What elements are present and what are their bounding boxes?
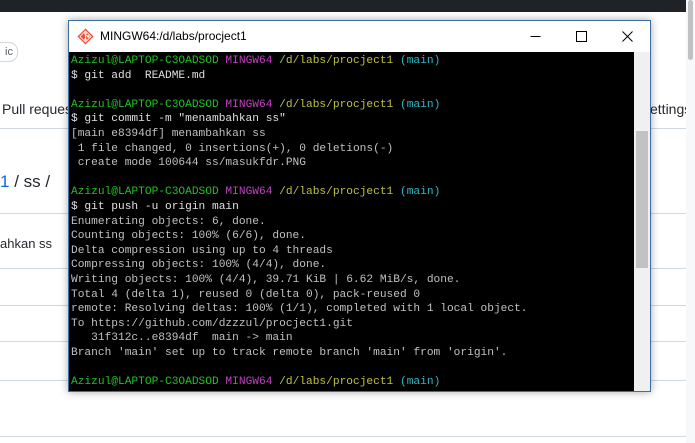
page-scrollbar[interactable] (686, 0, 695, 443)
minimize-icon (530, 36, 540, 37)
prompt-branch: (main) (400, 376, 441, 389)
close-button[interactable] (604, 21, 650, 52)
background-chip: ic (0, 42, 18, 62)
command-line: $ git commit -m "menambahkan ss" (71, 113, 286, 126)
output-line: remote: Resolving deltas: 100% (1/1), co… (71, 303, 528, 316)
output-line: Delta compression using up to 4 threads (71, 244, 333, 257)
output-line: Compressing objects: 100% (4/4), done. (71, 259, 327, 272)
window-titlebar[interactable]: MINGW64:/d/labs/procject1 (69, 21, 650, 52)
repo-path-text: / ss / (9, 172, 51, 191)
close-icon (621, 31, 633, 42)
git-diamond-icon (77, 28, 94, 45)
tab-pull-requests[interactable]: Pull reques (2, 101, 72, 117)
prompt-line: Azizul@LAPTOP-C3OADSOD MINGW64 /d/labs/p… (71, 54, 528, 69)
output-line: 31f312c..e8394df main -> main (71, 332, 293, 345)
output-line: 1 file changed, 0 insertions(+), 0 delet… (71, 142, 394, 155)
prompt-user-host: Azizul@LAPTOP-C3OADSOD (71, 55, 219, 67)
prompt-branch: (main) (400, 55, 441, 67)
terminal-output-area[interactable]: Azizul@LAPTOP-C3OADSOD MINGW64 /d/labs/p… (69, 52, 634, 391)
prompt-branch: (main) (400, 98, 441, 111)
background-header-bar (0, 0, 695, 12)
output-line: Enumerating objects: 6, done. (71, 215, 266, 228)
terminal-scrollbar-thumb[interactable] (636, 131, 648, 268)
prompt-line: Azizul@LAPTOP-C3OADSOD MINGW64 /d/labs/p… (71, 98, 528, 113)
prompt-path: /d/labs/procject1 (279, 376, 394, 389)
prompt-path: /d/labs/procject1 (279, 55, 394, 67)
prompt-shell: MINGW64 (225, 55, 273, 67)
terminal-lines: Azizul@LAPTOP-C3OADSOD MINGW64 /d/labs/p… (71, 54, 528, 391)
commit-message-text[interactable]: ahkan ss (0, 236, 52, 251)
prompt-shell: MINGW64 (225, 186, 273, 199)
terminal-scrollbar[interactable] (634, 52, 650, 391)
output-line: To https://github.com/dzzzul/procject1.g… (71, 317, 353, 330)
minimize-button[interactable] (512, 21, 558, 52)
output-line: Counting objects: 100% (6/6), done. (71, 230, 306, 243)
prompt-user-host: Azizul@LAPTOP-C3OADSOD (71, 376, 219, 389)
page-scrollbar-thumb[interactable] (688, 0, 693, 60)
repo-path-breadcrumb: 1 / ss / (0, 172, 50, 192)
maximize-button[interactable] (558, 21, 604, 52)
prompt-branch: (main) (400, 186, 441, 199)
output-line: [main e8394df] menambahkan ss (71, 127, 266, 140)
prompt-path: /d/labs/procject1 (279, 186, 394, 199)
output-line: Writing objects: 100% (4/4), 39.71 KiB |… (71, 273, 461, 286)
prompt-shell: MINGW64 (225, 98, 273, 111)
output-line: Total 4 (delta 1), reused 0 (delta 0), p… (71, 288, 421, 301)
prompt-user-host: Azizul@LAPTOP-C3OADSOD (71, 186, 219, 199)
maximize-icon (575, 31, 587, 42)
command-line: $ git push -u origin main (71, 200, 239, 213)
prompt-path: /d/labs/procject1 (279, 98, 394, 111)
prompt-shell: MINGW64 (225, 376, 273, 389)
window-title: MINGW64:/d/labs/procject1 (100, 29, 247, 43)
output-line: Branch 'main' set up to track remote bra… (71, 346, 508, 359)
mingw64-terminal-window[interactable]: MINGW64:/d/labs/procject1 Azizul@LAPTOP-… (68, 20, 651, 392)
command-line: $ git add ss/masukfdr.PNG (71, 390, 528, 392)
prompt-user-host: Azizul@LAPTOP-C3OADSOD (71, 98, 219, 111)
prompt-line: Azizul@LAPTOP-C3OADSOD MINGW64 /d/labs/p… (71, 375, 528, 390)
output-line: create mode 100644 ss/masukfdr.PNG (71, 157, 306, 170)
command-line: $ git add README.md (71, 69, 206, 82)
prompt-line: Azizul@LAPTOP-C3OADSOD MINGW64 /d/labs/p… (71, 185, 528, 200)
file-list-bottom-border (0, 436, 686, 437)
